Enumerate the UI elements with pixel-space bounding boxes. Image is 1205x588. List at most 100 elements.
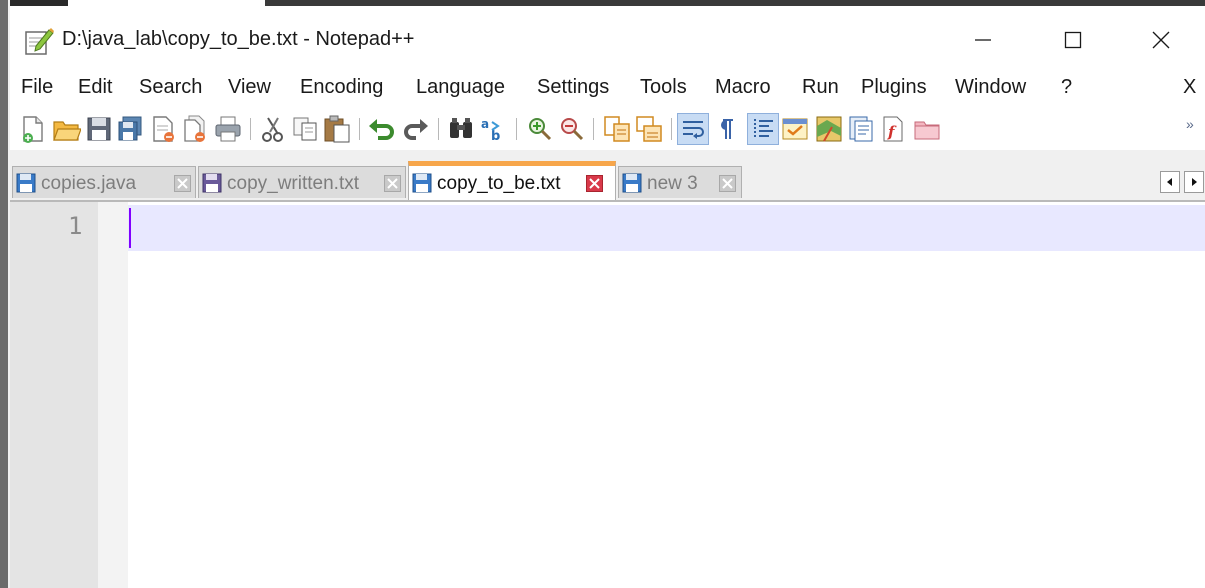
menu-window[interactable]: Window	[955, 76, 1026, 99]
save-all-button[interactable]	[115, 114, 145, 144]
zoom-in-button[interactable]	[525, 114, 555, 144]
zoom-in-icon	[529, 118, 552, 141]
close-tab-icon[interactable]	[384, 175, 401, 192]
toolbar-separator	[250, 118, 251, 140]
paste-icon	[324, 115, 350, 143]
undo-icon	[369, 119, 394, 140]
menu-encoding[interactable]: Encoding	[300, 76, 383, 99]
print-button[interactable]	[213, 114, 243, 144]
sync-vertical-scroll-button[interactable]	[602, 114, 632, 144]
tab-label: new 3	[647, 173, 698, 194]
window-frame-left	[0, 0, 10, 588]
menu-plugins[interactable]: Plugins	[861, 76, 927, 99]
menu-help[interactable]: ?	[1061, 76, 1072, 99]
tab-label: copies.java	[41, 173, 137, 194]
zoom-out-button[interactable]	[557, 114, 587, 144]
sync-vertical-icon	[604, 116, 630, 142]
tab-copy-written-txt[interactable]: copy_written.txt	[198, 166, 406, 198]
tab-scroll-left-button[interactable]	[1160, 171, 1180, 193]
close-all-icon	[184, 115, 205, 142]
tab-copies-java[interactable]: copies.java	[12, 166, 196, 198]
paste-button[interactable]	[322, 114, 352, 144]
tab-scroll-right-button[interactable]	[1184, 171, 1204, 193]
tab-new-3[interactable]: new 3	[618, 166, 742, 198]
text-caret	[129, 208, 131, 248]
current-line-highlight[interactable]	[128, 205, 1205, 251]
function-list-button[interactable]	[846, 114, 876, 144]
show-all-characters-button[interactable]	[710, 114, 740, 144]
toolbar-separator	[593, 118, 594, 140]
indent-guide-icon	[754, 119, 773, 139]
undo-button[interactable]	[367, 114, 397, 144]
close-window-button[interactable]	[1138, 18, 1184, 62]
cut-button[interactable]	[258, 114, 288, 144]
menu-settings[interactable]: Settings	[537, 76, 609, 99]
open-folder-icon	[53, 121, 81, 141]
menu-macro[interactable]: Macro	[715, 76, 771, 99]
title-bar[interactable]: D:\java_lab\copy_to_be.txt - Notepad++	[10, 10, 1205, 70]
editor-area[interactable]: 1	[10, 202, 1205, 588]
maximize-button[interactable]	[1050, 18, 1096, 62]
saved-disk-icon	[622, 173, 642, 193]
folder-as-workspace-button[interactable]: f	[878, 114, 908, 144]
toolbar-separator	[516, 118, 517, 140]
word-wrap-button[interactable]	[677, 113, 709, 145]
menu-view[interactable]: View	[228, 76, 271, 99]
pilcrow-icon	[721, 119, 733, 139]
fold-margin[interactable]	[98, 202, 128, 588]
save-button[interactable]	[84, 114, 114, 144]
close-tab-icon[interactable]	[719, 175, 736, 192]
user-language-icon	[782, 118, 808, 140]
window-title: D:\java_lab\copy_to_be.txt - Notepad++	[62, 28, 415, 50]
replace-button[interactable]: ab	[478, 114, 508, 144]
document-map-icon	[816, 116, 842, 142]
close-icon	[1152, 31, 1170, 49]
menu-file[interactable]: File	[21, 76, 53, 99]
tab-label: copy_written.txt	[227, 173, 359, 194]
menu-search[interactable]: Search	[139, 76, 202, 99]
zoom-out-icon	[561, 118, 584, 141]
svg-text:b: b	[491, 129, 500, 144]
arrow-left-icon	[1167, 178, 1172, 186]
notepad-plus-plus-window: D:\java_lab\copy_to_be.txt - Notepad++ F…	[10, 10, 1205, 588]
tab-label: copy_to_be.txt	[437, 173, 561, 194]
sync-horizontal-icon	[636, 116, 662, 142]
tab-copy-to-be-txt[interactable]: copy_to_be.txt	[408, 161, 616, 200]
save-all-icon	[118, 116, 142, 141]
close-file-button[interactable]	[148, 114, 178, 144]
close-tab-icon[interactable]	[586, 175, 603, 192]
menu-tools[interactable]: Tools	[640, 76, 687, 99]
line-number: 1	[68, 212, 83, 240]
scissors-icon	[262, 117, 283, 142]
indent-guide-button[interactable]	[747, 113, 779, 145]
function-script-icon: f	[883, 116, 903, 142]
close-all-button[interactable]	[180, 114, 210, 144]
notepad-pencil-icon	[24, 26, 54, 56]
toolbar-overflow-button[interactable]: »	[1186, 116, 1194, 132]
new-file-button[interactable]	[18, 114, 48, 144]
document-map-button[interactable]	[814, 114, 844, 144]
close-tab-icon[interactable]	[174, 175, 191, 192]
tab-scroll-arrows	[1160, 171, 1205, 193]
minimize-button[interactable]	[960, 18, 1006, 62]
find-button[interactable]	[446, 114, 476, 144]
copy-button[interactable]	[290, 114, 320, 144]
sync-horizontal-scroll-button[interactable]	[634, 114, 664, 144]
copy-icon	[293, 117, 317, 141]
close-file-icon	[153, 116, 174, 142]
maximize-icon	[1064, 31, 1082, 49]
saved-disk-icon	[412, 173, 432, 193]
menu-edit[interactable]: Edit	[78, 76, 112, 99]
monitoring-button[interactable]	[912, 114, 942, 144]
open-file-button[interactable]	[51, 114, 81, 144]
toolbar-separator	[359, 118, 360, 140]
redo-button[interactable]	[400, 114, 430, 144]
replace-icon: ab	[481, 117, 500, 144]
minimize-icon	[975, 39, 991, 41]
menu-language[interactable]: Language	[416, 76, 505, 99]
arrow-right-icon	[1192, 178, 1197, 186]
menu-run[interactable]: Run	[802, 76, 839, 99]
line-number-margin: 1	[10, 202, 98, 588]
user-defined-language-button[interactable]	[780, 114, 810, 144]
close-document-button[interactable]: X	[1183, 76, 1196, 99]
